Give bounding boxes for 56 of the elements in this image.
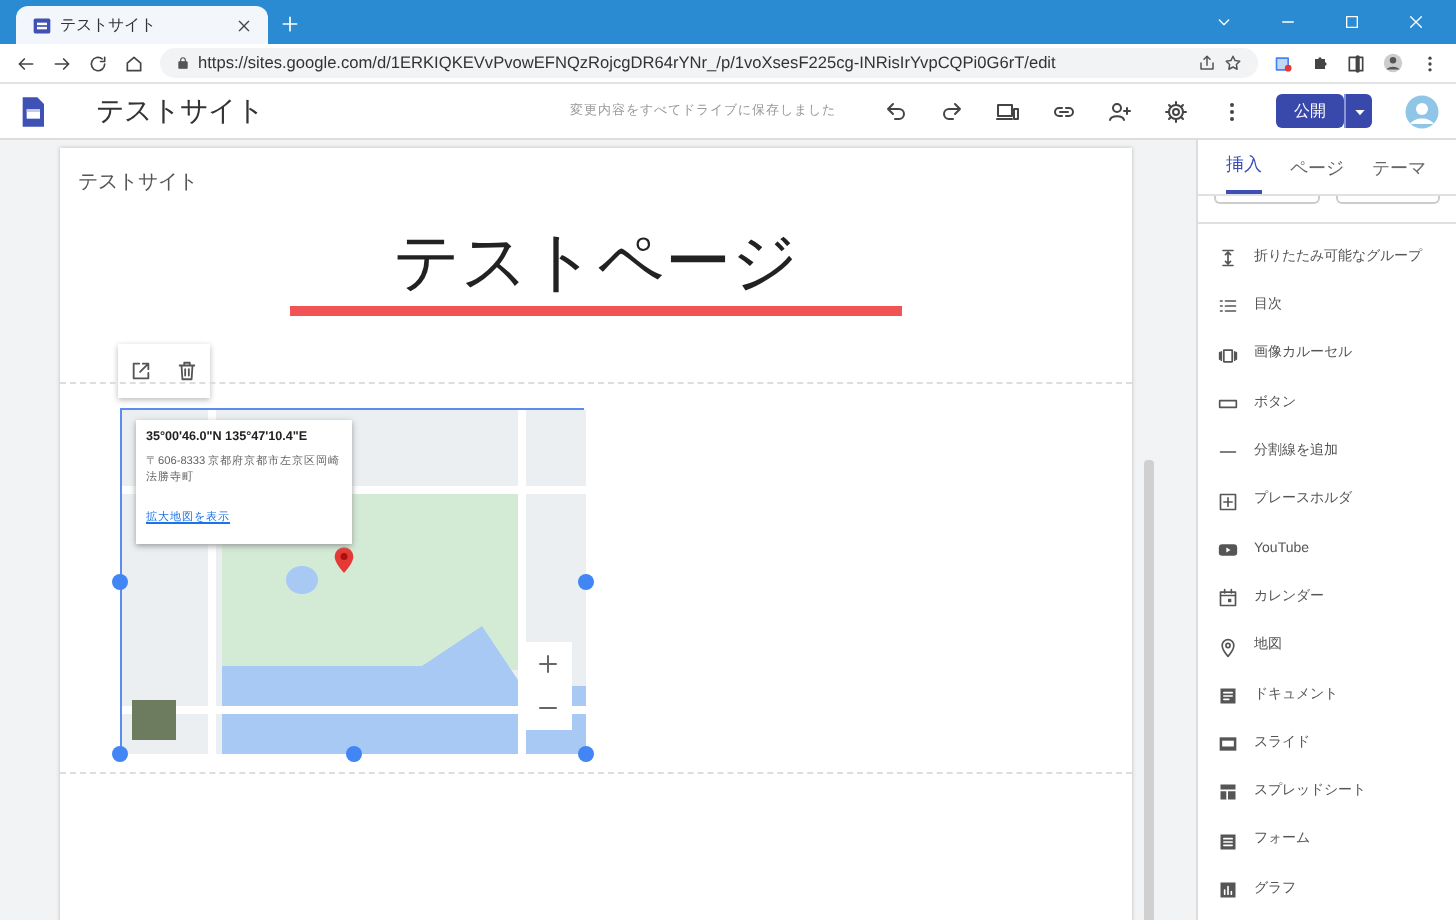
new-tab-icon[interactable] <box>280 14 300 34</box>
settings-icon[interactable] <box>1164 99 1188 123</box>
extension-icon[interactable] <box>1274 53 1294 73</box>
resize-handle[interactable] <box>578 574 594 591</box>
browser-tab[interactable]: テストサイト <box>16 6 268 44</box>
plus-icon <box>536 652 560 677</box>
profile-icon[interactable] <box>1382 52 1404 74</box>
slides-icon <box>1218 734 1238 755</box>
publish-button[interactable]: 公開 <box>1276 94 1344 128</box>
chart-icon <box>1218 880 1238 900</box>
share-icon[interactable] <box>1198 54 1216 72</box>
card-background <box>1335 196 1440 204</box>
redo-icon[interactable] <box>940 99 964 123</box>
close-icon[interactable] <box>236 17 252 33</box>
forward-arrow-icon[interactable] <box>52 53 72 73</box>
tab-title: テストサイト <box>60 13 158 37</box>
resize-handle[interactable] <box>112 746 128 763</box>
puzzle-icon[interactable] <box>1310 53 1330 73</box>
site-name[interactable]: テストサイト <box>96 90 264 132</box>
undo-icon[interactable] <box>884 99 908 123</box>
page-title[interactable]: テストページ <box>60 226 1132 299</box>
home-icon[interactable] <box>124 53 144 73</box>
calendar-icon <box>1218 588 1238 609</box>
video-play-icon <box>1218 539 1238 560</box>
carousel-icon <box>1218 345 1238 366</box>
site-header-name: テストサイト <box>76 170 200 198</box>
delete-icon[interactable] <box>176 360 198 383</box>
panel-tab[interactable]: ページ <box>1290 155 1344 194</box>
panel-tab[interactable]: 挿入 <box>1226 151 1262 194</box>
resize-handle[interactable] <box>346 746 362 763</box>
resize-handle[interactable] <box>578 746 594 763</box>
chevron-icon[interactable] <box>1216 14 1232 30</box>
card-background <box>1214 196 1319 204</box>
collapsible-group-icon <box>1218 248 1238 269</box>
sidebar-icon[interactable] <box>1346 53 1366 73</box>
maximize-icon[interactable] <box>1344 14 1360 30</box>
lock-icon <box>176 56 190 70</box>
plus-box-icon <box>1218 491 1238 512</box>
zoom-in-button[interactable] <box>524 642 572 687</box>
devices-icon[interactable] <box>996 99 1020 123</box>
reload-icon[interactable] <box>88 53 108 73</box>
add-person-icon[interactable] <box>1108 99 1132 123</box>
star-icon[interactable] <box>1224 54 1242 72</box>
form-icon <box>1218 831 1238 852</box>
site-favicon-icon <box>32 15 52 35</box>
document-icon <box>1218 685 1238 706</box>
location-pin-icon <box>1218 637 1238 658</box>
url-text: https://sites.google.com/d/1ERKIQKEVvPvowEFNQzRojcgDR64rYNr_/p/1voXsesF225cg-INRisIrYvpCQPi0G6rT/edit <box>198 50 1056 76</box>
publish-options-button[interactable] <box>1344 94 1372 128</box>
spreadsheet-icon <box>1218 782 1238 803</box>
scrollbar[interactable] <box>1144 460 1154 920</box>
back-arrow-icon[interactable] <box>16 53 36 73</box>
panel-tab[interactable]: テーマ <box>1372 155 1426 194</box>
open-external-icon[interactable] <box>130 360 152 383</box>
resize-handle[interactable] <box>112 574 128 591</box>
list-icon <box>1218 296 1238 317</box>
